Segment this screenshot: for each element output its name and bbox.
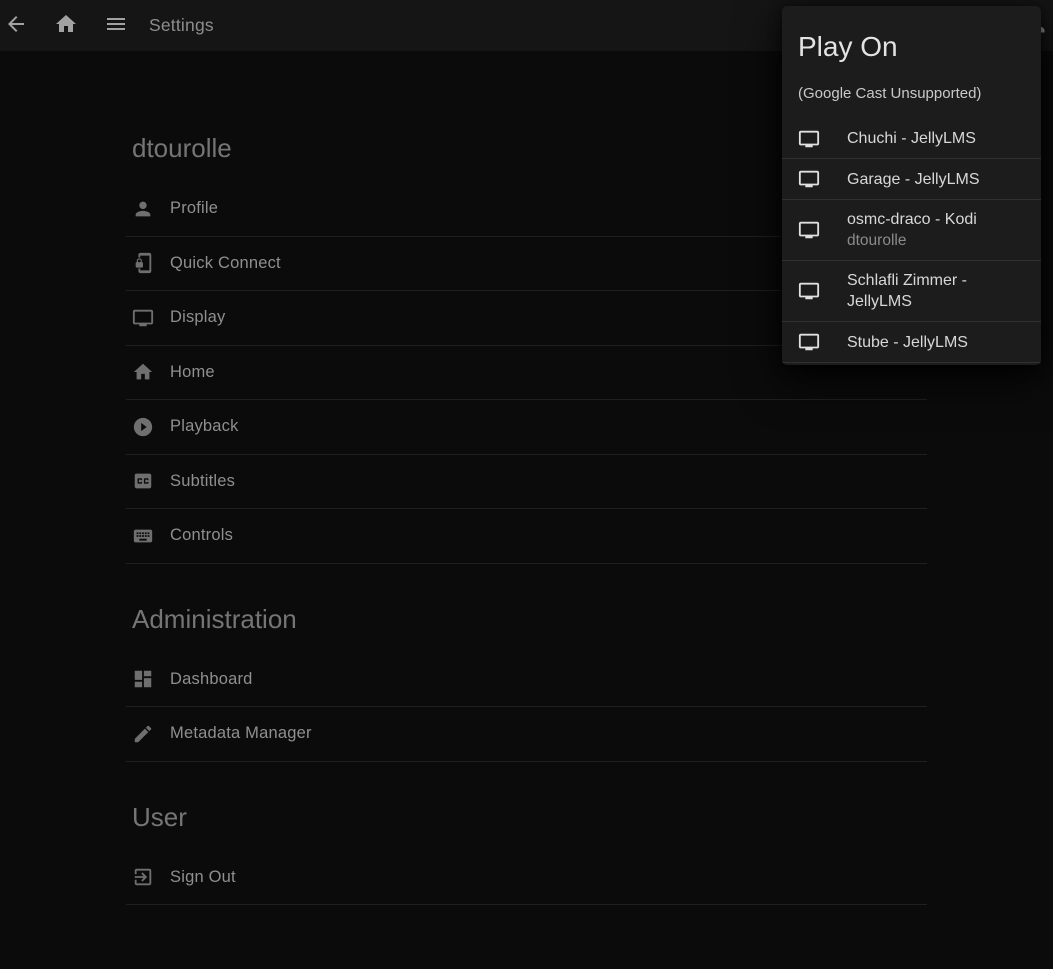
- tv-icon: [798, 128, 820, 150]
- cast-device-text: Schlafli Zimmer - JellyLMS: [847, 261, 1025, 321]
- settings-item-label: Playback: [170, 417, 239, 436]
- cast-device-chuchi-jellylms[interactable]: Chuchi - JellyLMS: [782, 118, 1041, 159]
- play-circle-icon: [132, 416, 154, 438]
- closed-caption-icon: [132, 470, 154, 492]
- cast-device-name: Stube - JellyLMS: [847, 332, 968, 353]
- settings-item-controls[interactable]: Controls: [126, 509, 927, 564]
- tv-icon: [798, 280, 820, 302]
- cast-device-name: Schlafli Zimmer - JellyLMS: [847, 270, 1025, 312]
- keyboard-icon: [132, 525, 154, 547]
- dialog-subtitle: (Google Cast Unsupported): [798, 84, 1025, 103]
- section-list-administration: Dashboard Metadata Manager: [126, 653, 927, 762]
- dialog-title: Play On: [798, 30, 1025, 64]
- arrow-back-icon: [4, 12, 28, 39]
- settings-item-label: Controls: [170, 526, 233, 545]
- settings-item-subtitles[interactable]: Subtitles: [126, 455, 927, 510]
- cast-device-list: Chuchi - JellyLMS Garage - JellyLMS osmc-d…: [782, 118, 1041, 363]
- cast-device-name: osmc-draco - Kodi: [847, 209, 977, 230]
- cast-device-schlafli-zimmer-jellylms[interactable]: Schlafli Zimmer - JellyLMS: [782, 261, 1041, 322]
- section-heading-administration: Administration: [126, 602, 927, 636]
- tv-icon: [798, 331, 820, 353]
- phonelink-lock-icon: [132, 252, 154, 274]
- cast-device-text: Chuchi - JellyLMS: [847, 119, 976, 158]
- settings-item-sign-out[interactable]: Sign Out: [126, 851, 927, 906]
- settings-item-label: Dashboard: [170, 670, 253, 689]
- settings-item-playback[interactable]: Playback: [126, 400, 927, 455]
- person-icon: [132, 198, 154, 220]
- menu-icon: [104, 12, 128, 39]
- cast-device-user: dtourolle: [847, 230, 977, 251]
- menu-button[interactable]: [100, 1, 132, 51]
- section-list-user: Sign Out: [126, 851, 927, 906]
- back-button[interactable]: [0, 1, 32, 51]
- cast-device-text: Stube - JellyLMS: [847, 323, 968, 362]
- settings-item-label: Metadata Manager: [170, 724, 312, 743]
- tv-icon: [132, 307, 154, 329]
- cast-device-text: Garage - JellyLMS: [847, 160, 980, 199]
- dashboard-icon: [132, 668, 154, 690]
- home-button[interactable]: [50, 1, 82, 51]
- tv-icon: [798, 168, 820, 190]
- home-icon: [132, 361, 154, 383]
- settings-item-dashboard[interactable]: Dashboard: [126, 653, 927, 708]
- section-heading-user: User: [126, 800, 927, 834]
- cast-device-stube-jellylms[interactable]: Stube - JellyLMS: [782, 322, 1041, 363]
- cast-device-name: Garage - JellyLMS: [847, 169, 980, 190]
- cast-device-text: osmc-draco - Kodidtourolle: [847, 200, 977, 260]
- tv-icon: [798, 219, 820, 241]
- settings-item-label: Sign Out: [170, 868, 236, 887]
- exit-to-app-icon: [132, 866, 154, 888]
- cast-device-osmc-draco-kodi[interactable]: osmc-draco - Kodidtourolle: [782, 200, 1041, 261]
- cast-device-name: Chuchi - JellyLMS: [847, 128, 976, 149]
- settings-item-label: Display: [170, 308, 226, 327]
- settings-item-metadata-manager[interactable]: Metadata Manager: [126, 707, 927, 762]
- page-title: Settings: [149, 15, 214, 36]
- cast-device-garage-jellylms[interactable]: Garage - JellyLMS: [782, 159, 1041, 200]
- settings-item-label: Quick Connect: [170, 254, 281, 273]
- settings-item-label: Home: [170, 363, 215, 382]
- settings-item-label: Profile: [170, 199, 218, 218]
- settings-item-label: Subtitles: [170, 472, 235, 491]
- edit-icon: [132, 723, 154, 745]
- home-icon: [54, 12, 78, 39]
- play-on-dialog: Play On (Google Cast Unsupported) Chuchi…: [782, 6, 1041, 365]
